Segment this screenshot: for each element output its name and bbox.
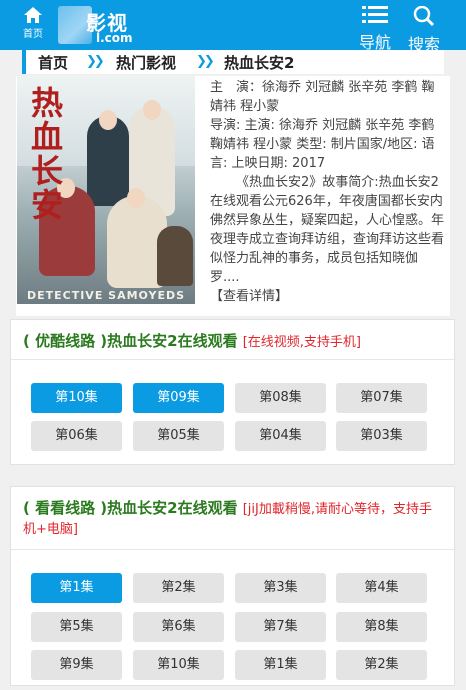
detail-link[interactable]: 【查看详情】 [210, 287, 446, 306]
details-line: 导演: 主演: 徐海乔 刘冠麟 张辛苑 李鹤 鞠婧祎 程小蒙 类型: 制片国家/… [210, 118, 435, 171]
home-icon [18, 6, 48, 24]
movie-poster[interactable]: 热血长安 DETECTIVE SAMOYEDS [17, 76, 195, 304]
episode-button[interactable]: 第6集 [133, 612, 224, 642]
search-button[interactable]: 搜索 [404, 5, 444, 55]
episode-button[interactable]: 第10集 [31, 383, 122, 413]
episode-button[interactable]: 第10集 [133, 650, 224, 680]
movie-info: 热血长安 DETECTIVE SAMOYEDS 主 演：徐海乔 刘冠麟 张辛苑 … [16, 76, 450, 316]
home-label: 首页 [23, 29, 43, 40]
movie-meta: 主 演：徐海乔 刘冠麟 张辛苑 李鹤 鞠婧祎 程小蒙 导演: 主演: 徐海乔 刘… [210, 78, 446, 306]
episode-button[interactable]: 第9集 [31, 650, 122, 680]
page: 首页 影视 l.com 导航 搜索 首页 ❯❯ 热门影视 ❯❯ 热血长安2 热血… [0, 0, 466, 690]
episode-button[interactable]: 第09集 [133, 383, 224, 413]
episode-button[interactable]: 第1集 [235, 650, 326, 680]
episode-button[interactable]: 第2集 [336, 650, 427, 680]
breadcrumb-separator-icon: ❯❯ [196, 54, 215, 69]
search-icon [413, 5, 435, 30]
breadcrumb: 首页 ❯❯ 热门影视 ❯❯ 热血长安2 [22, 50, 444, 74]
top-header: 首页 影视 l.com 导航 搜索 [0, 0, 466, 54]
site-logo[interactable]: 影视 l.com [58, 4, 168, 46]
breadcrumb-separator-icon: ❯❯ [86, 54, 105, 69]
episode-button[interactable]: 第1集 [31, 573, 122, 603]
poster-title: 热血长安 [31, 84, 64, 224]
episode-button[interactable]: 第05集 [133, 421, 224, 451]
episode-button[interactable]: 第08集 [235, 383, 326, 413]
synopsis: 《热血长安2》故事简介:热血长安2在线观看公元626年，年夜唐国都长安内佛然异象… [210, 175, 445, 285]
episode-button[interactable]: 第03集 [336, 421, 427, 451]
episode-button[interactable]: 第5集 [31, 612, 122, 642]
episode-button[interactable]: 第06集 [31, 421, 122, 451]
breadcrumb-category[interactable]: 热门影视 [116, 52, 176, 73]
playlist-title: ( 看看线路 )热血长安2在线观看 [23, 499, 238, 517]
breadcrumb-current: 热血长安2 [224, 54, 295, 72]
cast-line: 主 演：徐海乔 刘冠麟 张辛苑 李鹤 鞠婧祎 程小蒙 [210, 80, 435, 114]
poster-tagline: DETECTIVE SAMOYEDS [26, 289, 186, 302]
breadcrumb-home[interactable]: 首页 [38, 52, 68, 73]
playlist-title: ( 优酷线路 )热血长安2在线观看 [23, 332, 238, 350]
episode-button[interactable]: 第07集 [336, 383, 427, 413]
episode-button[interactable]: 第3集 [235, 573, 326, 603]
episode-button[interactable]: 第7集 [235, 612, 326, 642]
logo-domain: l.com [96, 31, 133, 45]
playlist-youku: ( 优酷线路 )热血长安2在线观看 [在线视频,支持手机] 第10集 第09集 … [10, 319, 456, 465]
home-button[interactable]: 首页 [18, 6, 48, 40]
poster-figure [157, 226, 193, 286]
playlist-note: [在线视频,支持手机] [242, 335, 361, 350]
list-menu-icon [362, 6, 388, 28]
episode-button[interactable]: 第4集 [336, 573, 427, 603]
episode-button[interactable]: 第8集 [336, 612, 427, 642]
episode-button[interactable]: 第2集 [133, 573, 224, 603]
playlist-header: ( 优酷线路 )热血长安2在线观看 [在线视频,支持手机] [11, 320, 456, 360]
episode-button[interactable]: 第04集 [235, 421, 326, 451]
playlist-header: ( 看看线路 )热血长安2在线观看 [jiJ加載稍慢,请耐心等待，支持手机+电脑… [11, 487, 456, 550]
nav-menu-button[interactable]: 导航 [356, 6, 394, 53]
playlist-kankan: ( 看看线路 )热血长安2在线观看 [jiJ加載稍慢,请耐心等待，支持手机+电脑… [10, 486, 456, 686]
